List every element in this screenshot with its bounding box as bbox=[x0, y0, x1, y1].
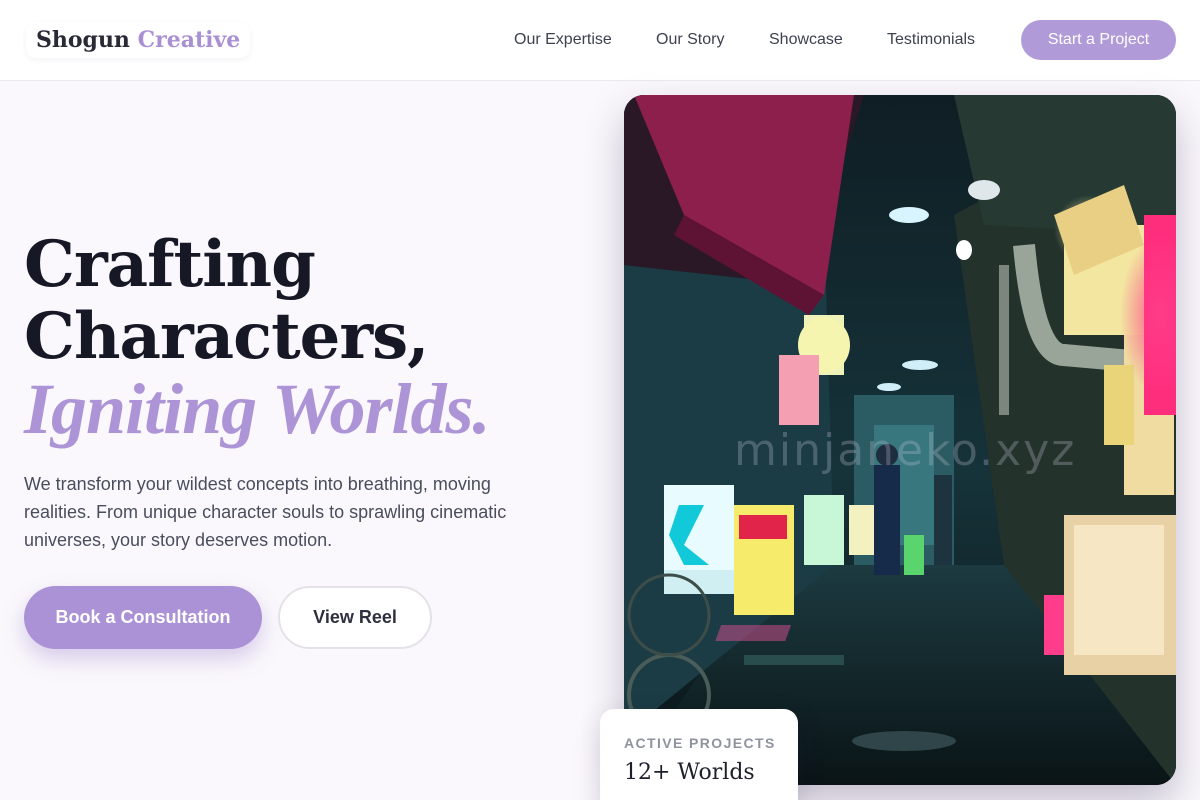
hero-image: minjaneko.xyz bbox=[624, 95, 1176, 785]
book-consultation-button[interactable]: Book a Consultation bbox=[24, 586, 262, 649]
nav-link-expertise[interactable]: Our Expertise bbox=[514, 28, 612, 52]
stat-value: 12+ Worlds bbox=[624, 760, 755, 785]
brand-name: Shogun bbox=[36, 27, 130, 53]
brand-logo[interactable]: Shogun Creative bbox=[26, 22, 251, 58]
hero-description: We transform your wildest concepts into … bbox=[24, 474, 507, 550]
image-watermark: minjaneko.xyz bbox=[734, 425, 1077, 476]
stat-label: ACTIVE PROJECTS bbox=[624, 735, 776, 751]
hero-title-line-2: Characters, bbox=[24, 299, 429, 374]
nav-link-story[interactable]: Our Story bbox=[656, 28, 724, 52]
nav-link-testimonials[interactable]: Testimonials bbox=[887, 28, 975, 52]
hero-title-accent: Igniting Worlds. bbox=[24, 369, 491, 449]
active-projects-card: ACTIVE PROJECTS 12+ Worlds bbox=[600, 709, 798, 800]
site-header: Shogun Creative Our Expertise Our Story … bbox=[0, 0, 1200, 81]
brand-name-accent: Creative bbox=[137, 27, 241, 53]
start-project-button[interactable]: Start a Project bbox=[1021, 20, 1176, 60]
hero-title: Crafting Characters, Igniting Worlds. bbox=[24, 227, 491, 449]
hero-title-line-1: Crafting bbox=[24, 227, 316, 302]
view-reel-button[interactable]: View Reel bbox=[278, 586, 432, 649]
nav-link-showcase[interactable]: Showcase bbox=[769, 28, 843, 52]
